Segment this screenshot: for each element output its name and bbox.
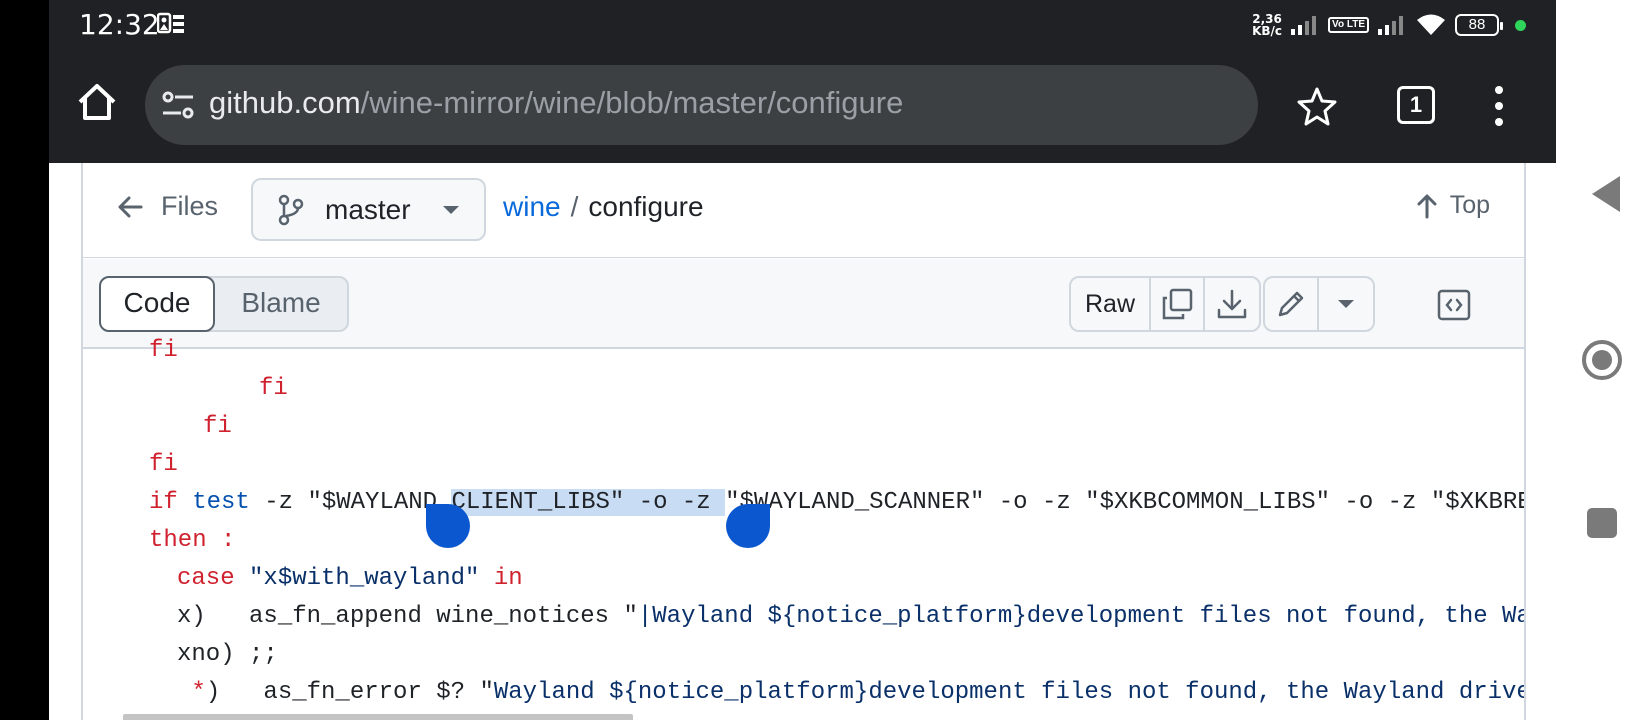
url-domain: github.com bbox=[209, 85, 361, 120]
git-branch-icon bbox=[278, 194, 304, 225]
chevron-down-icon bbox=[442, 205, 459, 214]
code-keyword: fi bbox=[149, 451, 178, 478]
code-keyword: case bbox=[177, 565, 235, 592]
home-icon[interactable] bbox=[75, 80, 119, 124]
edit-dropdown-button[interactable] bbox=[1319, 278, 1373, 330]
more-menu-icon[interactable] bbox=[1489, 84, 1509, 128]
signal-icon bbox=[1291, 16, 1317, 35]
gallery-notification-icon bbox=[157, 12, 184, 34]
code-text: "$WAYLAND_SCANNER" -o -z "$XKBCOMMON_LIB… bbox=[725, 489, 1524, 516]
code-builtin: test bbox=[192, 489, 250, 516]
arrow-up-icon bbox=[1417, 194, 1437, 218]
status-time: 12:32 bbox=[79, 8, 160, 41]
network-speed: 2,36 KB/с bbox=[1252, 13, 1282, 37]
back-nav-icon[interactable] bbox=[1592, 176, 1620, 212]
code-line: fi bbox=[149, 445, 178, 485]
code-string: Wayland ${notice_platform} bbox=[493, 679, 869, 706]
file-toolbar: Code Blame Raw bbox=[83, 259, 1524, 349]
code-text: -z "$WAYLAND_ bbox=[249, 489, 452, 516]
file-header: Files master wine / configure Top bbox=[83, 163, 1524, 258]
triangle-down-icon bbox=[1338, 300, 1354, 308]
raw-copy-download-group: Raw bbox=[1069, 276, 1261, 332]
code-string: development files not found, the Wayland… bbox=[868, 679, 1524, 706]
home-nav-icon[interactable] bbox=[1582, 340, 1622, 380]
url-text[interactable]: github.com/wine-mirror/wine/blob/master/… bbox=[209, 85, 903, 121]
volte-icon: Vo LTE bbox=[1328, 17, 1369, 33]
code-string: "x$with_wayland" bbox=[249, 565, 480, 592]
web-page: Files master wine / configure Top Code B… bbox=[49, 163, 1556, 720]
code-line: then : bbox=[149, 521, 235, 561]
signal-icon-2 bbox=[1378, 16, 1403, 35]
breadcrumb: wine / configure bbox=[503, 191, 704, 223]
download-icon bbox=[1217, 289, 1247, 319]
code-string: |Wayland ${notice_platform} bbox=[637, 603, 1027, 630]
code-view[interactable]: fi fi fi fi if test -z "$WAYLAND_CLIENT_… bbox=[83, 337, 1524, 720]
files-back-link[interactable]: Files bbox=[117, 191, 218, 222]
code-square-icon bbox=[1437, 289, 1471, 321]
selection-start-handle[interactable] bbox=[426, 504, 470, 548]
left-bezel bbox=[0, 0, 49, 720]
copy-icon bbox=[1162, 288, 1193, 320]
recents-nav-icon[interactable] bbox=[1587, 508, 1617, 538]
code-text: xno) ;; bbox=[177, 641, 278, 668]
code-line: x) as_fn_append wine_notices "|Wayland $… bbox=[177, 597, 1524, 637]
top-label: Top bbox=[1449, 191, 1490, 219]
bookmark-star-icon[interactable] bbox=[1297, 86, 1337, 126]
code-line: case "x$with_wayland" in bbox=[177, 559, 523, 599]
symbols-panel-button[interactable] bbox=[1424, 278, 1484, 332]
edit-group bbox=[1263, 276, 1375, 332]
edit-button[interactable] bbox=[1265, 278, 1319, 330]
system-navigation-bar bbox=[1556, 0, 1650, 720]
code-line: fi bbox=[259, 369, 288, 409]
file-view: Files master wine / configure Top Code B… bbox=[81, 163, 1526, 720]
tab-switcher-button[interactable]: 1 bbox=[1397, 86, 1435, 124]
privacy-indicator-dot bbox=[1515, 19, 1526, 31]
code-line: xno) ;; bbox=[177, 635, 278, 675]
site-settings-icon[interactable] bbox=[161, 89, 195, 121]
code-keyword: fi bbox=[149, 337, 178, 364]
network-speed-unit: KB/с bbox=[1252, 24, 1283, 38]
arrow-left-icon bbox=[118, 196, 143, 217]
copy-button[interactable] bbox=[1151, 278, 1205, 330]
branch-selector[interactable]: master bbox=[251, 178, 486, 241]
code-string: development files not found, the Wayland… bbox=[1026, 603, 1524, 630]
browser-toolbar: github.com/wine-mirror/wine/blob/master/… bbox=[49, 50, 1556, 163]
battery-icon: 88 bbox=[1455, 14, 1503, 36]
code-keyword: fi bbox=[259, 375, 288, 402]
status-indicators: 2,36 KB/с Vo LTE 88 bbox=[1252, 10, 1526, 40]
code-blame-toggle: Code Blame bbox=[99, 276, 349, 332]
selection-end-handle[interactable] bbox=[726, 504, 770, 548]
files-label: Files bbox=[161, 191, 219, 221]
branch-name: master bbox=[325, 193, 411, 225]
code-keyword: in bbox=[493, 565, 523, 592]
code-keyword: if bbox=[149, 489, 178, 516]
wifi-icon bbox=[1417, 14, 1445, 35]
code-keyword: fi bbox=[203, 413, 232, 440]
phone-screen: 12:32 2,36 KB/с Vo LTE 88 github.com/win… bbox=[49, 0, 1556, 720]
code-line: fi bbox=[149, 331, 178, 371]
raw-button[interactable]: Raw bbox=[1071, 278, 1151, 330]
breadcrumb-file: configure bbox=[588, 191, 704, 222]
tab-blame[interactable]: Blame bbox=[215, 278, 347, 330]
tab-code[interactable]: Code bbox=[99, 276, 215, 332]
pencil-icon bbox=[1278, 291, 1304, 317]
code-line: if test -z "$WAYLAND_CLIENT_LIBS" -o -z … bbox=[149, 483, 1524, 523]
breadcrumb-separator: / bbox=[570, 191, 579, 222]
url-path: /wine-mirror/wine/blob/master/configure bbox=[360, 85, 904, 120]
address-bar[interactable]: github.com/wine-mirror/wine/blob/master/… bbox=[145, 65, 1258, 145]
top-button[interactable]: Top bbox=[1416, 191, 1490, 220]
code-text: x) as_fn_append wine_notices " bbox=[177, 603, 638, 630]
selected-text: CLIENT_LIBS" -o -z bbox=[451, 489, 726, 516]
breadcrumb-repo-link[interactable]: wine bbox=[503, 191, 561, 222]
code-line: *) as_fn_error $? "Wayland ${notice_plat… bbox=[177, 673, 1524, 713]
code-line: fi bbox=[203, 407, 232, 447]
code-text: ) as_fn_error $? " bbox=[205, 679, 494, 706]
horizontal-scrollbar[interactable] bbox=[123, 714, 633, 720]
code-keyword: then : bbox=[149, 527, 236, 554]
status-bar: 12:32 2,36 KB/с Vo LTE 88 bbox=[49, 0, 1556, 50]
code-keyword: * bbox=[191, 679, 206, 706]
download-button[interactable] bbox=[1205, 278, 1259, 330]
